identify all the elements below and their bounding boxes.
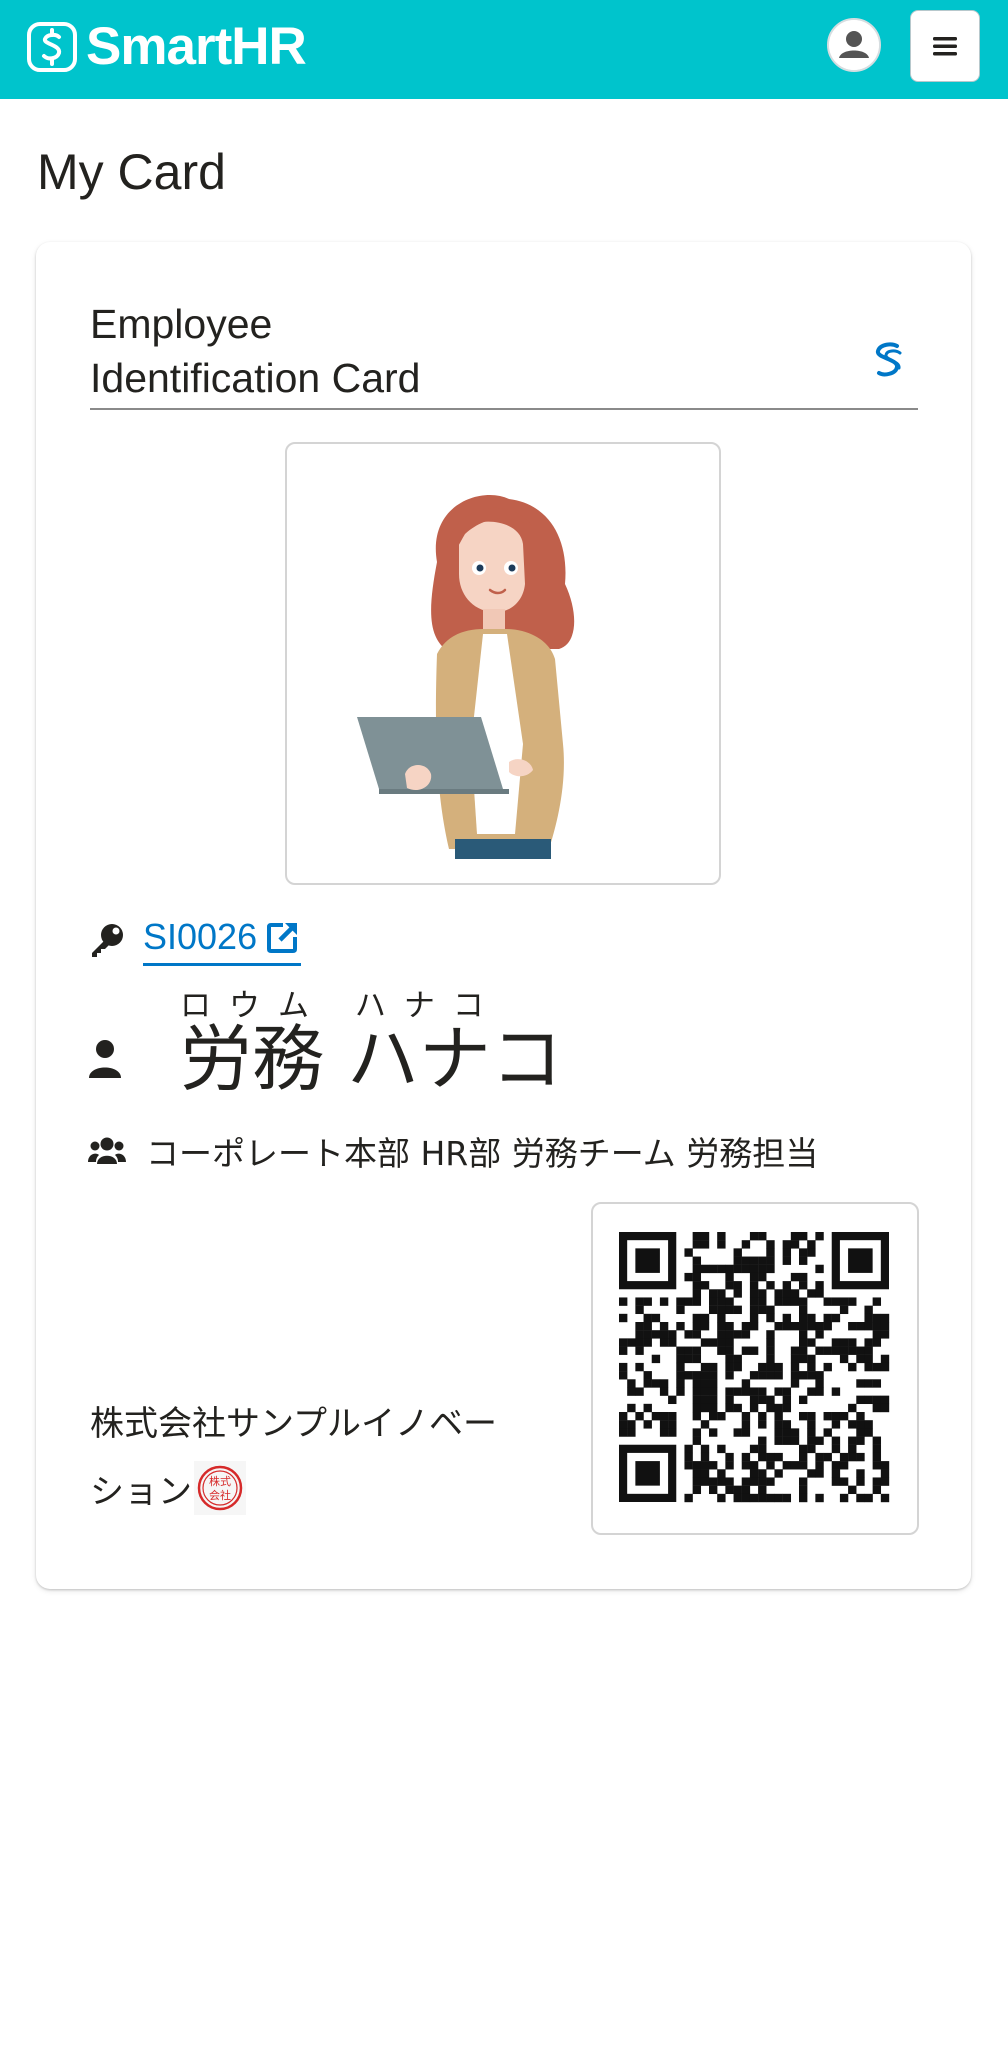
smarthr-logo-icon — [27, 22, 77, 72]
employee-id-link[interactable]: SI0026 — [143, 915, 302, 966]
company-name: 株式会社サンプルイノベーション — [90, 1404, 497, 1512]
external-link-icon — [267, 922, 298, 953]
card-title: Employee Identification Card — [90, 301, 421, 401]
employee-id: SI0026 — [143, 915, 258, 957]
department-name: コーポレート本部 HR部 労務チーム 労務担当 — [146, 1134, 819, 1173]
company-seal-stamp: 株式 会社 — [197, 1465, 243, 1510]
users-icon — [88, 1137, 126, 1164]
qr-code[interactable] — [591, 1202, 919, 1535]
person-icon — [89, 1040, 121, 1078]
employee-id-row: SI0026 — [88, 910, 302, 970]
smarthr-logo[interactable]: SmartHR — [26, 17, 307, 76]
department-row: コーポレート本部 HR部 労務チーム 労務担当 — [88, 1128, 818, 1174]
brand-name: SmartHR — [86, 17, 307, 76]
employee-illustration — [357, 494, 575, 859]
company-seal: 株式 会社 — [194, 1460, 246, 1515]
hamburger-menu-icon — [933, 37, 957, 56]
key-icon — [92, 924, 123, 957]
app-header: SmartHR — [0, 0, 1008, 99]
employee-id-card: Employee Identification Card SI0026 ロウム … — [36, 242, 971, 1589]
hamburger-menu-button[interactable] — [910, 10, 980, 82]
svg-text:株式: 株式 — [209, 1474, 231, 1488]
smarthr-mark-icon — [876, 342, 902, 377]
card-header: Employee Identification Card — [90, 297, 918, 410]
svg-text:会社: 会社 — [209, 1488, 231, 1502]
employee-name: 労務 ハナコ — [180, 1017, 563, 1101]
employee-photo — [285, 442, 721, 885]
qr-code-graphic — [619, 1232, 890, 1503]
company-name-block: 株式会社サンプルイノベーション 株式 会社 — [90, 1390, 530, 1526]
page-title: My Card — [37, 144, 226, 200]
user-avatar-icon — [829, 20, 879, 70]
user-menu-button[interactable] — [827, 18, 881, 72]
